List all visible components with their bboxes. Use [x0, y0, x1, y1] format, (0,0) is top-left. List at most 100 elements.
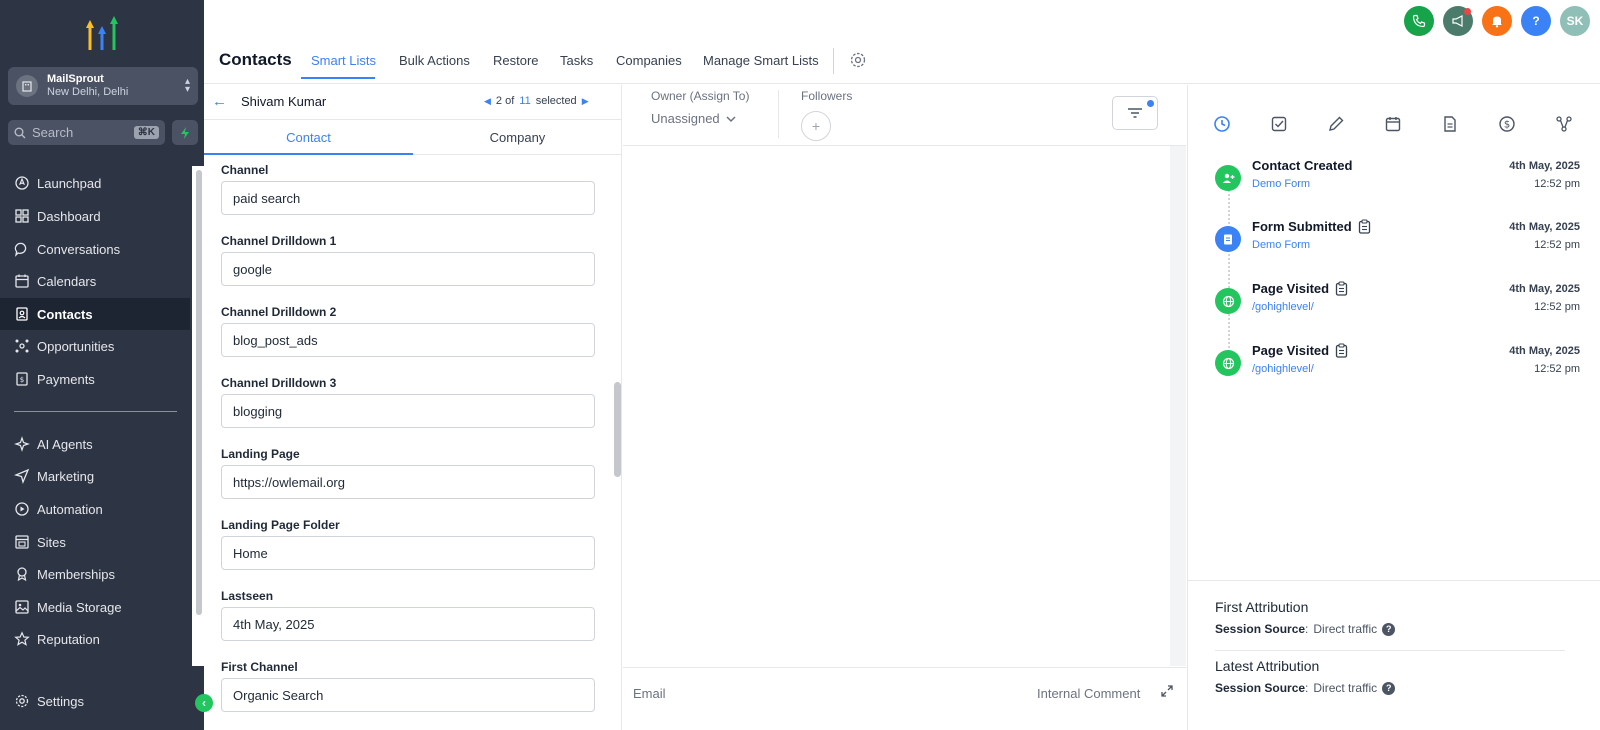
phone-button[interactable] [1404, 6, 1434, 36]
grid-icon [15, 209, 29, 223]
dollar-icon[interactable]: $ [1498, 115, 1516, 133]
field-channel: Channel paid search [221, 163, 595, 215]
sidebar-item-reputation[interactable]: Reputation [0, 623, 190, 655]
task-check-icon[interactable] [1270, 115, 1288, 133]
sidebar-item-opportunities[interactable]: Opportunities [0, 330, 190, 362]
field-input[interactable]: Home [221, 536, 595, 570]
first-attribution: First Attribution Session Source: Direct… [1215, 599, 1565, 636]
sparkle-icon [14, 436, 30, 452]
calendar-icon [15, 274, 29, 288]
sites-icon [15, 535, 29, 549]
svg-text:$: $ [1504, 120, 1510, 131]
conversation-scrollbar [1170, 146, 1186, 666]
tab-smart-lists[interactable]: Smart Lists [311, 53, 376, 68]
activity-source[interactable]: Demo Form [1252, 178, 1310, 190]
account-switcher[interactable]: MailSprout New Delhi, Delhi ▴ ▾ [8, 67, 198, 105]
sidebar-item-media-storage[interactable]: Media Storage [0, 591, 190, 623]
sidebar-item-conversations[interactable]: Conversations [0, 233, 190, 265]
composer-email-tab[interactable]: Email [633, 686, 666, 701]
tab-restore[interactable]: Restore [493, 53, 539, 68]
attribution-key: Session Source [1215, 622, 1306, 636]
field-landing-page: Landing Page https://owlemail.org [221, 447, 595, 499]
next-contact-icon[interactable]: ▶ [582, 96, 589, 107]
user-avatar[interactable]: SK [1560, 6, 1590, 36]
bolt-icon [181, 126, 189, 139]
workflow-icon[interactable] [1555, 115, 1573, 133]
gear-icon [15, 694, 29, 708]
field-lastseen: Lastseen 4th May, 2025 [221, 589, 595, 641]
help-button[interactable]: ? [1521, 6, 1551, 36]
tab-tasks[interactable]: Tasks [560, 53, 593, 68]
notifications-button[interactable] [1482, 6, 1512, 36]
add-follower-button[interactable]: + [801, 111, 831, 141]
activity-time: 12:52 pm [1534, 178, 1580, 190]
sidebar-item-launchpad[interactable]: Launchpad [0, 167, 190, 199]
activity-title-text: Page Visited [1252, 343, 1330, 358]
sidebar-scrollbar[interactable] [196, 170, 202, 615]
announcements-button[interactable] [1443, 6, 1473, 36]
activity-date: 4th May, 2025 [1509, 283, 1580, 295]
calendar-icon[interactable] [1384, 115, 1402, 133]
field-input[interactable]: paid search [221, 181, 595, 215]
message-composer: Email Internal Comment [623, 667, 1186, 730]
sidebar-item-sites[interactable]: Sites [0, 526, 190, 558]
sidebar-item-ai-agents[interactable]: AI Agents [0, 428, 190, 460]
image-icon [15, 600, 29, 614]
clipboard-icon[interactable] [1358, 219, 1371, 234]
clock-icon[interactable] [1213, 115, 1231, 133]
help-circle-icon[interactable]: ? [1382, 681, 1396, 695]
tab-manage-smart-lists[interactable]: Manage Smart Lists [703, 53, 819, 68]
sidebar-item-calendars[interactable]: Calendars [0, 265, 190, 297]
contact-pager: ◀ 2 of 11 selected ▶ [484, 95, 589, 107]
sidebar-item-automation[interactable]: Automation [0, 493, 190, 525]
document-icon[interactable] [1441, 115, 1459, 133]
owner-select[interactable]: Unassigned [651, 111, 736, 126]
field-input[interactable]: 4th May, 2025 [221, 607, 595, 641]
field-input[interactable]: Organic Search [221, 678, 595, 712]
activity-source[interactable]: /gohighlevel/ [1252, 363, 1314, 375]
activity-source[interactable]: Demo Form [1252, 239, 1310, 251]
tab-companies[interactable]: Companies [616, 53, 682, 68]
contact-details-panel: ← Shivam Kumar ◀ 2 of 11 selected ▶ Cont… [204, 85, 622, 730]
field-label: First Channel [221, 660, 298, 674]
pencil-icon[interactable] [1327, 115, 1345, 133]
field-label: Channel Drilldown 2 [221, 305, 337, 319]
sidebar-item-label: Marketing [37, 468, 95, 484]
activity-source[interactable]: /gohighlevel/ [1252, 301, 1314, 313]
composer-internal-comment-tab[interactable]: Internal Comment [1037, 686, 1140, 701]
field-input[interactable]: blogging [221, 394, 595, 428]
activity-panel: $ Contact Created Demo Form 4th May, 202… [1187, 85, 1600, 730]
tab-contact[interactable]: Contact [204, 130, 413, 145]
sidebar-item-dashboard[interactable]: Dashboard [0, 200, 190, 232]
sidebar-item-label: Automation [37, 501, 103, 517]
prev-contact-icon[interactable]: ◀ [484, 96, 491, 107]
quick-action-button[interactable] [172, 120, 198, 145]
pager-total[interactable]: 11 [519, 95, 530, 107]
help-circle-icon[interactable]: ? [1382, 622, 1396, 636]
tab-bulk-actions[interactable]: Bulk Actions [399, 53, 470, 68]
settings-gear-icon[interactable] [849, 51, 867, 69]
sidebar-item-memberships[interactable]: Memberships [0, 558, 190, 590]
field-input[interactable]: https://owlemail.org [221, 465, 595, 499]
timeline-line [1228, 185, 1230, 360]
header-divider [833, 48, 834, 74]
expand-icon[interactable] [1160, 684, 1174, 698]
attribution-separator [1215, 650, 1565, 651]
fields-scrollbar[interactable] [614, 382, 621, 477]
clipboard-icon[interactable] [1335, 281, 1348, 296]
account-location: New Delhi, Delhi [47, 86, 129, 98]
sidebar-item-settings[interactable]: Settings [0, 685, 190, 717]
sidebar-item-marketing[interactable]: Marketing [0, 460, 190, 492]
filter-button[interactable] [1112, 96, 1158, 130]
tab-company[interactable]: Company [413, 130, 622, 145]
sidebar-item-label: Reputation [37, 631, 100, 647]
back-arrow-icon[interactable]: ← [212, 93, 227, 110]
sidebar-item-payments[interactable]: $ Payments [0, 363, 190, 395]
sidebar-item-contacts[interactable]: Contacts [0, 298, 190, 330]
field-input[interactable]: blog_post_ads [221, 323, 595, 357]
search-placeholder: Search [32, 125, 74, 140]
chevron-updown-icon: ▴ ▾ [184, 76, 190, 95]
field-input[interactable]: google [221, 252, 595, 286]
sidebar-search[interactable]: Search ⌘K [8, 120, 165, 145]
clipboard-icon[interactable] [1335, 343, 1348, 358]
